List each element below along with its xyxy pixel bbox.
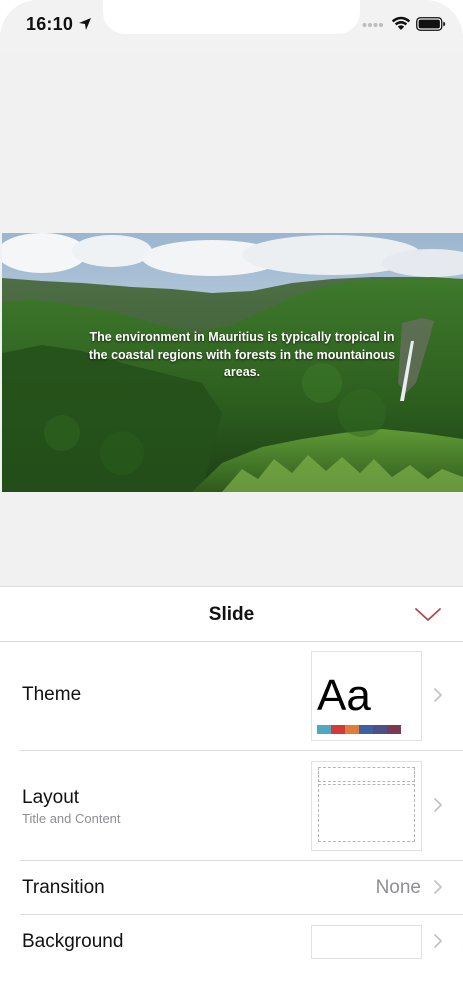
layout-title-placeholder <box>318 767 415 782</box>
signal-dots-icon <box>362 23 383 27</box>
chevron-down-icon[interactable] <box>414 607 442 623</box>
background-thumbnail[interactable] <box>311 925 422 959</box>
color-swatch <box>359 725 373 734</box>
layout-label: Layout <box>22 787 80 808</box>
layout-sublabel: Title and Content <box>22 811 121 826</box>
device-screen: 16:10 The environment in Mauritius is ty… <box>0 0 463 981</box>
theme-label: Theme <box>22 684 82 705</box>
notch <box>103 0 360 34</box>
location-arrow-icon <box>79 18 91 30</box>
chevron-right-icon <box>434 688 442 702</box>
status-bar: 16:10 <box>0 0 463 52</box>
wifi-icon <box>391 16 411 30</box>
theme-thumbnail[interactable]: Aa <box>311 651 422 741</box>
layout-content-placeholder <box>318 784 415 842</box>
status-time: 16:10 <box>26 14 74 34</box>
transition-value: None <box>375 877 421 898</box>
color-swatch <box>387 725 401 734</box>
layout-row[interactable]: Layout Title and Content <box>20 751 463 861</box>
slide-canvas[interactable]: The environment in Mauritius is typicall… <box>0 52 463 586</box>
background-label: Background <box>22 931 124 952</box>
background-row[interactable]: Background <box>20 915 463 969</box>
chevron-right-icon <box>434 880 442 894</box>
chevron-right-icon <box>434 934 442 948</box>
color-swatch <box>317 725 331 734</box>
color-swatch <box>345 725 359 734</box>
sheet-title: Slide <box>208 604 255 625</box>
sheet-header: Slide <box>0 587 463 642</box>
theme-row[interactable]: Theme Aa <box>20 642 463 751</box>
theme-sample-text: Aa <box>317 671 371 720</box>
color-swatch <box>373 725 387 734</box>
theme-color-swatches <box>317 725 401 734</box>
chevron-right-icon <box>434 798 442 812</box>
color-swatch <box>331 725 345 734</box>
slide-preview[interactable]: The environment in Mauritius is typicall… <box>2 233 463 492</box>
transition-row[interactable]: Transition None <box>20 861 463 915</box>
transition-label: Transition <box>22 877 105 898</box>
slide-caption[interactable]: The environment in Mauritius is typicall… <box>82 329 402 382</box>
slide-options-sheet: Slide Theme Aa Layout Title and Content … <box>0 586 463 981</box>
battery-icon <box>416 17 446 31</box>
layout-thumbnail[interactable] <box>311 761 422 851</box>
